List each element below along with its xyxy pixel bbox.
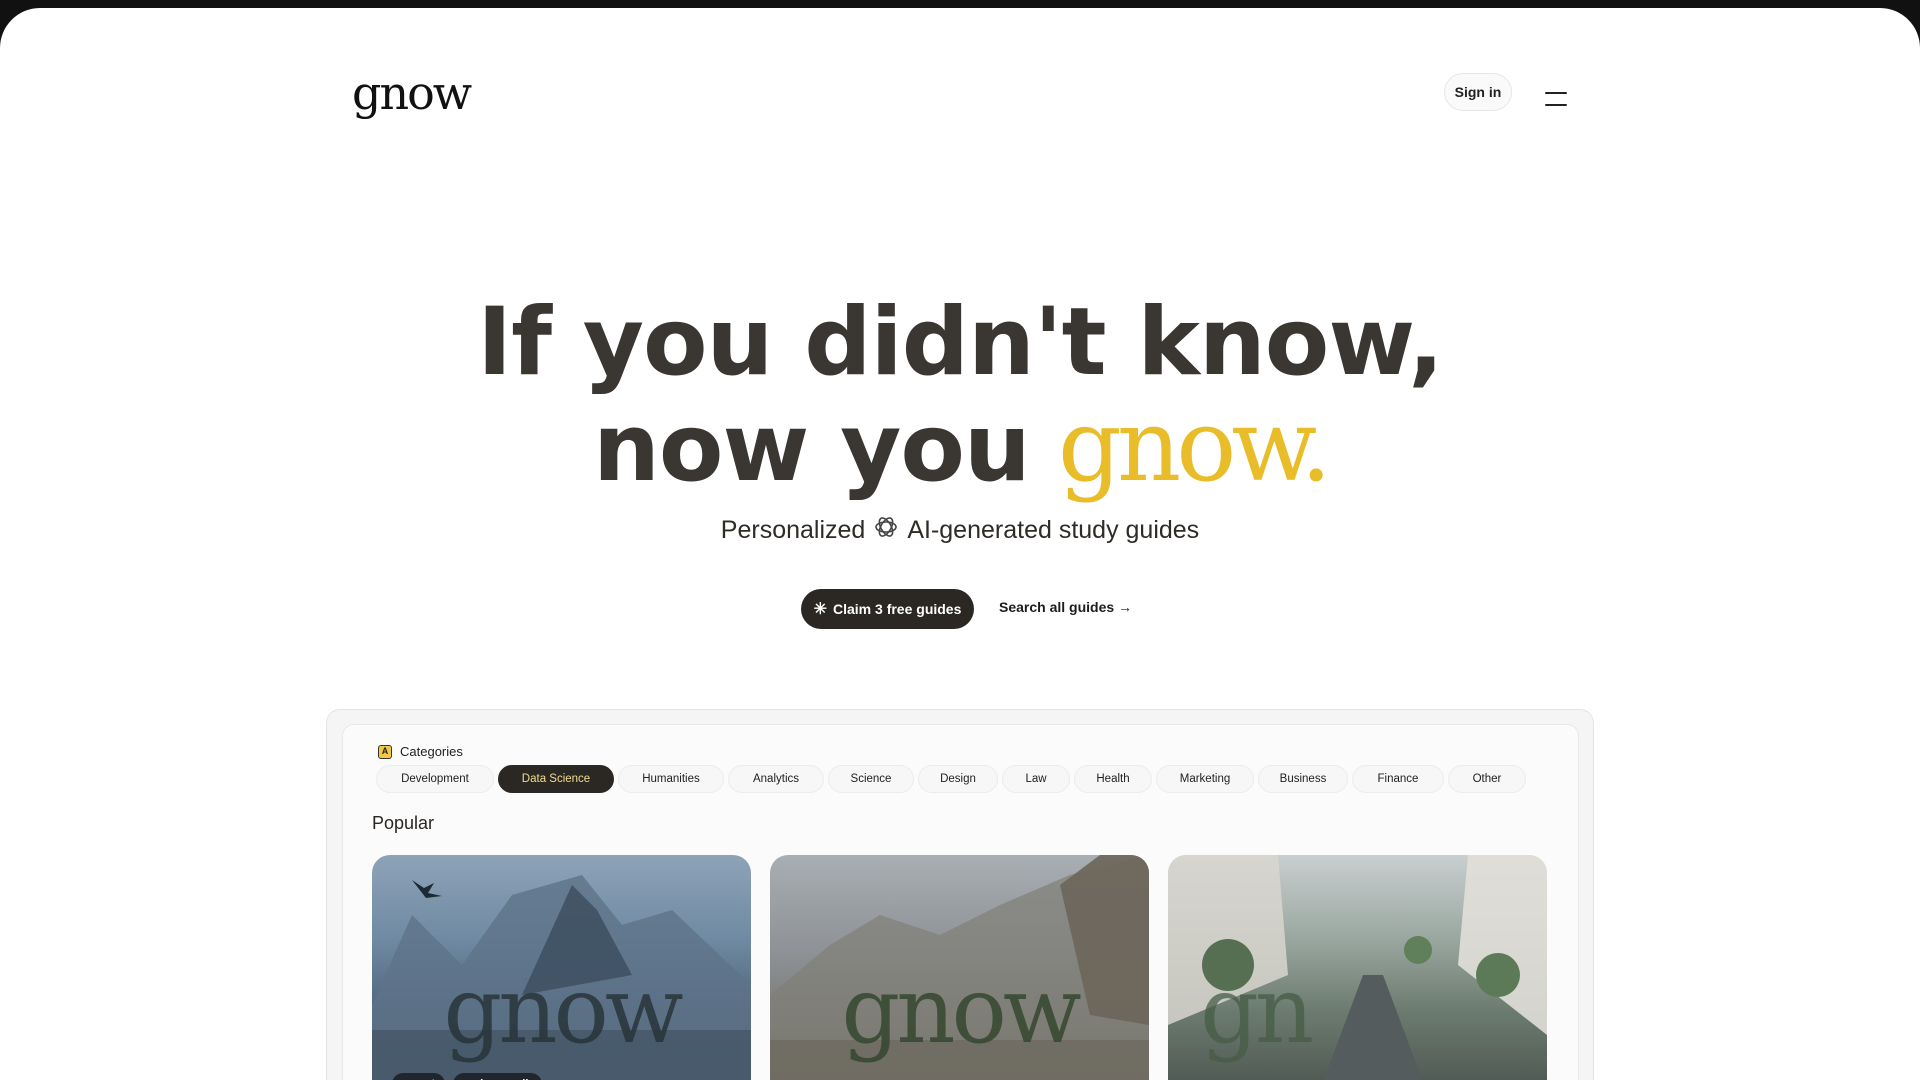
categories-header: A Categories bbox=[378, 744, 463, 759]
card-image-word: gn bbox=[1200, 957, 1314, 1064]
guide-card[interactable]: gnow expert ◆dynamodb bbox=[372, 855, 751, 1080]
category-chip-law[interactable]: Law bbox=[1002, 765, 1070, 793]
menu-icon[interactable] bbox=[1545, 92, 1567, 106]
category-chip-health[interactable]: Health bbox=[1074, 765, 1152, 793]
popular-heading: Popular bbox=[372, 813, 435, 833]
card-image-word: gnow bbox=[443, 957, 683, 1064]
category-chip-other[interactable]: Other bbox=[1448, 765, 1526, 793]
claim-guides-button[interactable]: ✳ Claim 3 free guides bbox=[801, 589, 974, 629]
categories-icon: A bbox=[378, 744, 392, 759]
card-tags: expert ◆dynamodb bbox=[392, 1073, 543, 1080]
hero-title-prefix: now you bbox=[593, 394, 1031, 503]
logo[interactable]: gnow bbox=[352, 70, 472, 116]
subtitle-prefix: Personalized bbox=[720, 516, 866, 544]
hero-title-line2: now you gnow. bbox=[0, 396, 1920, 496]
category-chip-development[interactable]: Development bbox=[376, 765, 494, 793]
category-chip-analytics[interactable]: Analytics bbox=[728, 765, 824, 793]
page: gnow Sign in If you didn't know, now you… bbox=[0, 8, 1920, 1080]
search-all-guides-link[interactable]: Search all guides → bbox=[999, 599, 1132, 619]
hero-title-line1: If you didn't know, bbox=[477, 288, 1444, 397]
category-chip-design[interactable]: Design bbox=[918, 765, 998, 793]
hero-subtitle: Personalized AI-generated study guides bbox=[0, 514, 1920, 547]
categories-title: Categories bbox=[400, 744, 463, 759]
tag-level[interactable]: expert bbox=[392, 1073, 446, 1080]
category-chip-humanities[interactable]: Humanities bbox=[618, 765, 724, 793]
sign-in-button[interactable]: Sign in bbox=[1444, 73, 1512, 111]
guide-card[interactable]: gn bbox=[1168, 855, 1547, 1080]
category-chip-data-science[interactable]: Data Science bbox=[498, 765, 614, 793]
category-chip-business[interactable]: Business bbox=[1258, 765, 1348, 793]
openai-icon bbox=[873, 514, 899, 547]
subtitle-suffix: AI-generated study guides bbox=[907, 516, 1200, 544]
sparkle-icon: ✳ bbox=[813, 601, 827, 618]
category-chip-finance[interactable]: Finance bbox=[1352, 765, 1444, 793]
guide-card[interactable]: gnow bbox=[770, 855, 1149, 1080]
claim-guides-label: Claim 3 free guides bbox=[833, 601, 962, 617]
category-chip-marketing[interactable]: Marketing bbox=[1156, 765, 1254, 793]
card-image-word: gnow bbox=[841, 957, 1081, 1064]
category-chip-science[interactable]: Science bbox=[828, 765, 914, 793]
tag-topic[interactable]: ◆dynamodb bbox=[453, 1073, 543, 1080]
hero-title-accent: gnow. bbox=[1057, 387, 1332, 504]
